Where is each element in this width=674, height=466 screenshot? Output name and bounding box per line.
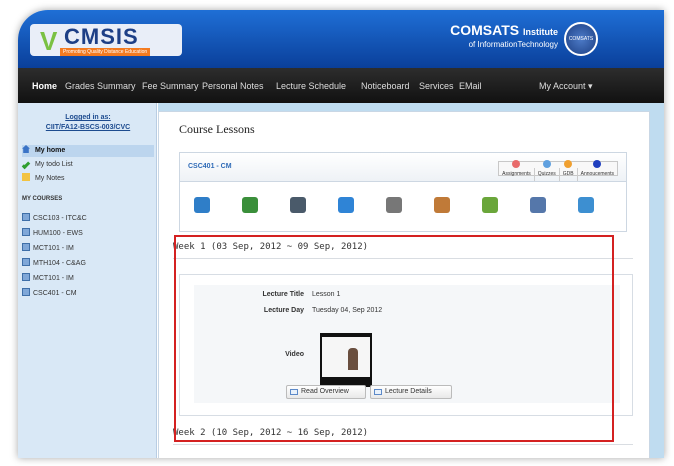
- nav-fee-summary[interactable]: Fee Summary: [142, 81, 199, 91]
- divider: [173, 444, 633, 445]
- course-icon: [22, 258, 30, 266]
- tab-assignments[interactable]: Assignments: [499, 160, 535, 181]
- course-item[interactable]: MCT101 - IM: [22, 243, 154, 255]
- institute-seal-icon: COMSATS: [564, 22, 598, 56]
- folder-icon: [22, 173, 30, 181]
- my-account-dropdown[interactable]: My Account ▾: [539, 81, 593, 92]
- assignments-badge-icon: [512, 160, 521, 168]
- people-icon[interactable]: [482, 197, 498, 213]
- course-item[interactable]: MTH104 - C&AG: [22, 258, 154, 270]
- disk-icon[interactable]: [578, 197, 594, 213]
- sidebar-item-label: My todo List: [34, 161, 73, 168]
- sidebar-item-todo-list[interactable]: My todo List: [21, 159, 154, 171]
- course-code[interactable]: CSC401 - CM: [188, 163, 232, 170]
- sidebar-item-notes[interactable]: My Notes: [22, 173, 154, 185]
- quizzes-badge-icon: [542, 160, 551, 168]
- tab-gdb[interactable]: GDB: [560, 160, 578, 181]
- course-item[interactable]: MCT101 - IM: [22, 273, 154, 285]
- logged-in-info[interactable]: Logged in as: CIIT/FA12-BSCS-003/CVC: [26, 113, 150, 133]
- course-icon: [22, 273, 30, 281]
- institute-word: Institute: [523, 27, 558, 37]
- nav-lecture-schedule[interactable]: Lecture Schedule: [276, 81, 346, 91]
- user-id: CIIT/FA12-BSCS-003/CVC: [45, 124, 131, 131]
- course-icon: [22, 228, 30, 236]
- courses-header: MY COURSES: [22, 196, 63, 202]
- sidebar-item-label: My Notes: [34, 175, 65, 182]
- help-icon[interactable]: [338, 197, 354, 213]
- course-item[interactable]: CSC401 - CM: [22, 288, 154, 300]
- site-banner: V CMSIS Promoting Quality Distance Educa…: [18, 10, 664, 68]
- nav-personal-notes[interactable]: Personal Notes: [202, 81, 264, 91]
- main-navigation: Home Grades Summary Fee Summary Personal…: [18, 68, 664, 103]
- course-icon: [22, 288, 30, 296]
- nav-email[interactable]: EMail: [459, 81, 482, 91]
- projector-icon[interactable]: [530, 197, 546, 213]
- course-icon: [22, 243, 30, 251]
- checkmark-icon: [21, 160, 31, 170]
- gdb-badge-icon: [564, 160, 573, 168]
- course-tabs: Assignments Quizzes GDB Annoucements: [498, 160, 618, 181]
- tab-quizzes[interactable]: Quizzes: [535, 160, 560, 181]
- course-icon: [22, 213, 30, 221]
- video-camera-icon[interactable]: [290, 197, 306, 213]
- nav-grades-summary[interactable]: Grades Summary: [65, 81, 136, 91]
- page-title: Course Lessons: [179, 122, 255, 136]
- institute-subtitle: of InformationTechnology: [468, 40, 558, 49]
- nav-services[interactable]: Services: [419, 81, 454, 91]
- new-document-icon[interactable]: [194, 197, 210, 213]
- group-icon[interactable]: [434, 197, 450, 213]
- course-header-bar: CSC401 - CM Assignments Quizzes GDB Annouce…: [179, 152, 627, 182]
- course-tools-row: [179, 182, 627, 232]
- home-icon: [22, 145, 30, 153]
- highlight-box: [174, 235, 614, 442]
- course-item[interactable]: CSC103 - ITC&C: [22, 213, 154, 225]
- nav-noticeboard[interactable]: Noticeboard: [361, 81, 410, 91]
- logo-v-mark: V: [40, 26, 58, 56]
- logo-text: CMSIS: [64, 24, 139, 49]
- logged-in-label: Logged in as:: [65, 114, 111, 121]
- site-logo[interactable]: V CMSIS Promoting Quality Distance Educa…: [30, 24, 182, 56]
- nav-home[interactable]: Home: [32, 81, 57, 91]
- course-item[interactable]: HUM100 - EWS: [22, 228, 154, 240]
- sidebar: Logged in as: CIIT/FA12-BSCS-003/CVC My …: [18, 103, 157, 458]
- notebook-icon[interactable]: [386, 197, 402, 213]
- blackboard-icon[interactable]: [242, 197, 258, 213]
- announcements-badge-icon: [593, 160, 602, 168]
- institute-name: COMSATS Institute: [450, 22, 558, 38]
- sidebar-item-my-home[interactable]: My home: [22, 145, 154, 157]
- logo-tagline: Promoting Quality Distance Education: [60, 48, 151, 56]
- tab-announcements[interactable]: Annoucements: [578, 160, 617, 181]
- sidebar-item-label: My home: [34, 147, 66, 154]
